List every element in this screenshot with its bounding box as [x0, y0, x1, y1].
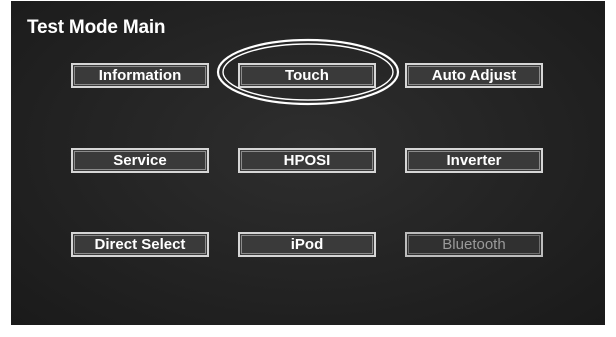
inverter-button[interactable]: Inverter	[405, 148, 543, 173]
information-button[interactable]: Information	[71, 63, 209, 88]
display-screen: Test Mode Main Information Touch Auto Ad…	[11, 1, 605, 325]
direct-select-button[interactable]: Direct Select	[71, 232, 209, 257]
auto-adjust-button[interactable]: Auto Adjust	[405, 63, 543, 88]
hposi-button[interactable]: HPOSI	[238, 148, 376, 173]
screen-title: Test Mode Main	[27, 17, 166, 38]
ipod-button[interactable]: iPod	[238, 232, 376, 257]
bluetooth-button[interactable]: Bluetooth	[405, 232, 543, 257]
touch-button[interactable]: Touch	[238, 63, 376, 88]
service-button[interactable]: Service	[71, 148, 209, 173]
